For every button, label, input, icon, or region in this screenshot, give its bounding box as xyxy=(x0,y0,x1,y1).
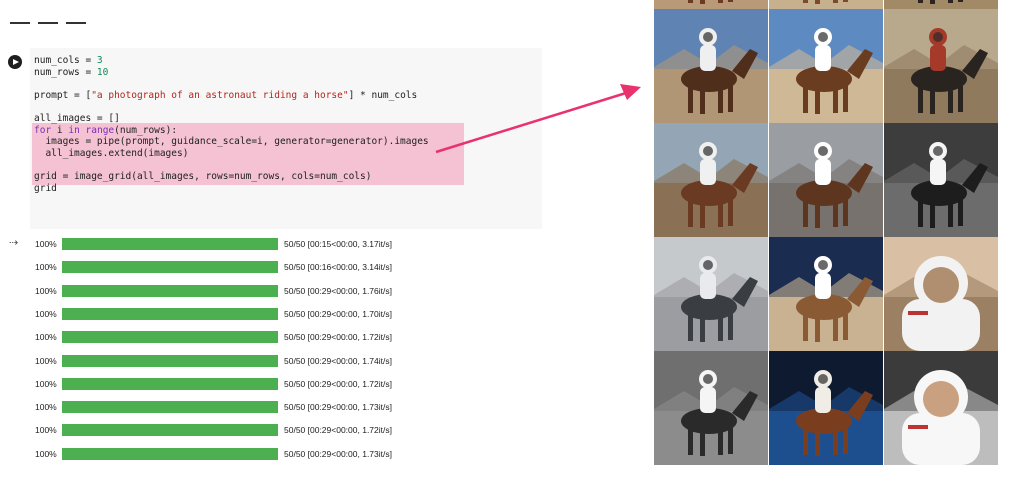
generated-image-tile xyxy=(769,351,883,465)
generated-image-tile xyxy=(884,9,998,123)
generated-image-tile xyxy=(654,9,768,123)
generated-image-tile xyxy=(884,351,998,465)
arrow-shaft xyxy=(435,91,627,154)
generated-image-tile xyxy=(654,123,768,237)
generated-image-tile xyxy=(769,0,883,9)
generated-image-tile xyxy=(769,123,883,237)
generated-image-tile xyxy=(769,9,883,123)
generated-image-tile xyxy=(654,237,768,351)
generated-image-tile xyxy=(884,237,998,351)
generated-image-tile xyxy=(654,351,768,465)
arrow-head xyxy=(620,84,641,100)
generated-image-tile xyxy=(884,123,998,237)
image-grid-output xyxy=(654,0,998,465)
generated-image-tile xyxy=(654,0,768,9)
generated-image-tile xyxy=(769,237,883,351)
generated-image-tile xyxy=(884,0,998,9)
